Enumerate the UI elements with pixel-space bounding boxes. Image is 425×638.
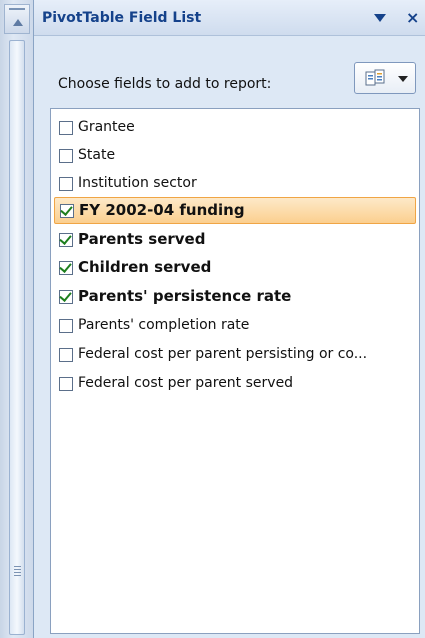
collapse-button[interactable] [4,4,30,34]
field-label: Children served [78,258,212,276]
field-checkbox[interactable] [59,319,73,333]
task-pane-resize-strip[interactable] [0,0,34,638]
checkmark-icon [59,260,72,273]
checkmark-icon [59,289,72,302]
field-label: Federal cost per parent served [78,375,294,391]
field-checkbox[interactable] [59,121,73,135]
field-label: Grantee [78,119,135,135]
field-item-fy-funding[interactable]: FY 2002-04 funding [54,197,416,224]
checkmark-icon [59,232,72,245]
vertical-scrollbar-thumb[interactable] [9,40,25,635]
bar-icon [9,8,25,10]
field-item-grantee[interactable]: Grantee [54,115,416,142]
field-label: FY 2002-04 funding [79,201,245,219]
field-item-parents-served[interactable]: Parents served [54,227,416,254]
checkmark-icon [60,203,73,216]
field-layout-button[interactable] [354,62,416,94]
field-checkbox[interactable] [59,177,73,191]
up-arrow-icon [13,19,23,26]
chevron-down-icon [398,76,408,82]
field-checkbox[interactable] [59,377,73,391]
field-label: Parents' persistence rate [78,287,292,305]
field-item-institution-sector[interactable]: Institution sector [54,171,416,198]
field-item-federal-cost-persisting[interactable]: Federal cost per parent persisting or co… [54,342,416,369]
field-label: Parents' completion rate [78,317,250,333]
field-label: State [78,147,116,163]
title-bar: PivotTable Field List × [34,0,425,36]
field-item-parents-completion-rate[interactable]: Parents' completion rate [54,313,416,340]
pivot-field-list-pane: PivotTable Field List × Choose fields to… [34,0,425,638]
field-label: Institution sector [78,175,197,191]
field-checkbox[interactable] [59,348,73,362]
field-checkbox[interactable] [59,232,73,247]
dropdown-triangle-icon[interactable] [374,14,386,22]
field-item-federal-cost-served[interactable]: Federal cost per parent served [54,371,416,398]
field-checkbox[interactable] [59,289,73,304]
field-label: Parents served [78,230,206,248]
field-list: Grantee State Institution sector FY 2002… [50,108,420,634]
grip-icon [14,566,21,578]
field-checkbox[interactable] [59,260,73,275]
field-item-parents-persistence-rate[interactable]: Parents' persistence rate [54,284,416,311]
field-checkbox[interactable] [60,203,74,218]
close-x-icon[interactable]: × [406,8,419,27]
field-checkbox[interactable] [59,149,73,163]
field-item-state[interactable]: State [54,143,416,170]
field-item-children-served[interactable]: Children served [54,255,416,282]
field-layout-icon [365,69,385,86]
choose-fields-label: Choose fields to add to report: [58,76,272,92]
field-label: Federal cost per parent persisting or co… [78,346,368,362]
pane-title: PivotTable Field List [42,10,202,26]
